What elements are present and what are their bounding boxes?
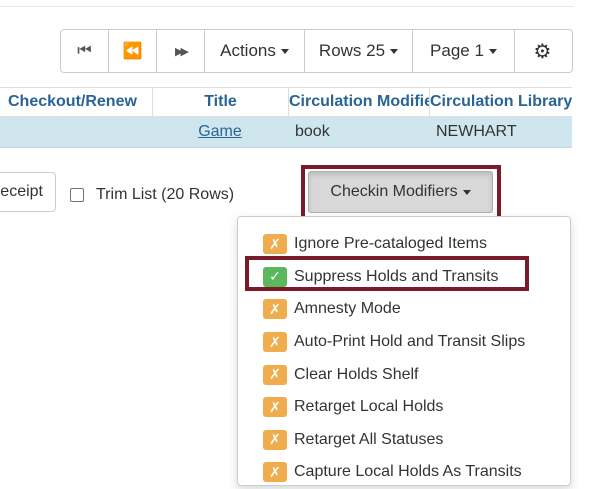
receipt-button[interactable]: eceipt [0, 172, 56, 212]
circulation-library-cell: NEWHART [436, 123, 517, 140]
checkin-grid: Checkout/Renew Title Circulation Modifie… [0, 87, 572, 148]
previous-page-button[interactable]: ⏪ [109, 30, 157, 72]
unchecked-icon: ✗ [263, 364, 287, 385]
menu-item-capture-local-holds-transits[interactable]: ✗ Capture Local Holds As Transits [238, 456, 570, 489]
grid-toolbar: ⏮ ⏪ ▶▶ Actions Rows 25 Page 1 ⚙ [60, 29, 573, 73]
chevron-down-icon [462, 189, 471, 195]
chevron-down-icon [280, 48, 289, 54]
menu-item-auto-print-slips[interactable]: ✗ Auto-Print Hold and Transit Slips [238, 326, 570, 359]
unchecked-icon: ✗ [263, 234, 287, 255]
settings-button[interactable]: ⚙ [515, 30, 570, 72]
menu-item-label: Retarget Local Holds [294, 398, 444, 416]
page-label: Page 1 [430, 41, 484, 60]
receipt-label: eceipt [0, 183, 43, 200]
trim-list-control[interactable]: Trim List (20 Rows) [70, 186, 234, 204]
menu-item-clear-holds-shelf[interactable]: ✗ Clear Holds Shelf [238, 358, 570, 391]
rows-dropdown[interactable]: Rows 25 [305, 30, 413, 72]
menu-item-label: Capture Local Holds As Transits [294, 463, 522, 481]
table-row[interactable]: Game book NEWHART [0, 117, 572, 148]
menu-item-label: Suppress Holds and Transits [294, 267, 499, 285]
unchecked-icon: ✗ [263, 397, 287, 418]
column-header-title[interactable]: Title [152, 88, 288, 116]
menu-item-ignore-precataloged[interactable]: ✗ Ignore Pre-cataloged Items [238, 228, 570, 261]
grid-header: Checkout/Renew Title Circulation Modifie… [0, 87, 572, 117]
unchecked-icon: ✗ [263, 429, 287, 450]
checkmark-icon: ✓ [263, 266, 287, 287]
actions-label: Actions [220, 41, 276, 60]
title-cell: Game [152, 117, 288, 147]
page-dropdown[interactable]: Page 1 [413, 30, 515, 72]
menu-item-retarget-all-statuses[interactable]: ✗ Retarget All Statuses [238, 424, 570, 457]
title-link[interactable]: Game [198, 123, 242, 141]
trim-list-checkbox[interactable] [70, 188, 84, 202]
menu-item-label: Ignore Pre-cataloged Items [294, 235, 487, 253]
checkin-modifiers-label: Checkin Modifiers [330, 183, 458, 200]
first-page-icon: ⏮ [77, 42, 92, 59]
first-page-button[interactable]: ⏮ [61, 30, 109, 72]
menu-item-label: Clear Holds Shelf [294, 365, 419, 383]
trim-list-label: Trim List (20 Rows) [96, 186, 235, 203]
menu-item-retarget-local-holds[interactable]: ✗ Retarget Local Holds [238, 391, 570, 424]
menu-item-label: Retarget All Statuses [294, 430, 444, 448]
chevron-down-icon [390, 48, 399, 54]
previous-page-icon: ⏪ [122, 43, 143, 60]
unchecked-icon: ✗ [263, 462, 287, 483]
column-header-checkout-renew[interactable]: Checkout/Renew [0, 88, 152, 116]
next-page-icon: ▶▶ [175, 45, 189, 58]
rows-label: Rows 25 [318, 41, 386, 60]
next-page-button[interactable]: ▶▶ [157, 30, 205, 72]
checkin-modifiers-menu: ✗ Ignore Pre-cataloged Items ✓ Suppress … [237, 216, 571, 486]
menu-item-amnesty-mode[interactable]: ✗ Amnesty Mode [238, 293, 570, 326]
top-divider [0, 0, 574, 7]
column-header-circulation-library[interactable]: Circulation Library [429, 88, 572, 116]
checkout-renew-cell [0, 117, 152, 147]
actions-dropdown[interactable]: Actions [205, 30, 305, 72]
menu-item-label: Amnesty Mode [294, 300, 401, 318]
menu-item-label: Auto-Print Hold and Transit Slips [294, 333, 526, 351]
unchecked-icon: ✗ [263, 332, 287, 353]
checkin-modifiers-button[interactable]: Checkin Modifiers [308, 171, 493, 213]
menu-item-suppress-holds-transits[interactable]: ✓ Suppress Holds and Transits [238, 261, 570, 294]
column-header-circulation-modifier[interactable]: Circulation Modifier [288, 88, 429, 116]
chevron-down-icon [488, 48, 497, 54]
circulation-modifier-cell: book [295, 123, 330, 140]
unchecked-icon: ✗ [263, 299, 287, 320]
gear-icon: ⚙ [533, 40, 552, 63]
